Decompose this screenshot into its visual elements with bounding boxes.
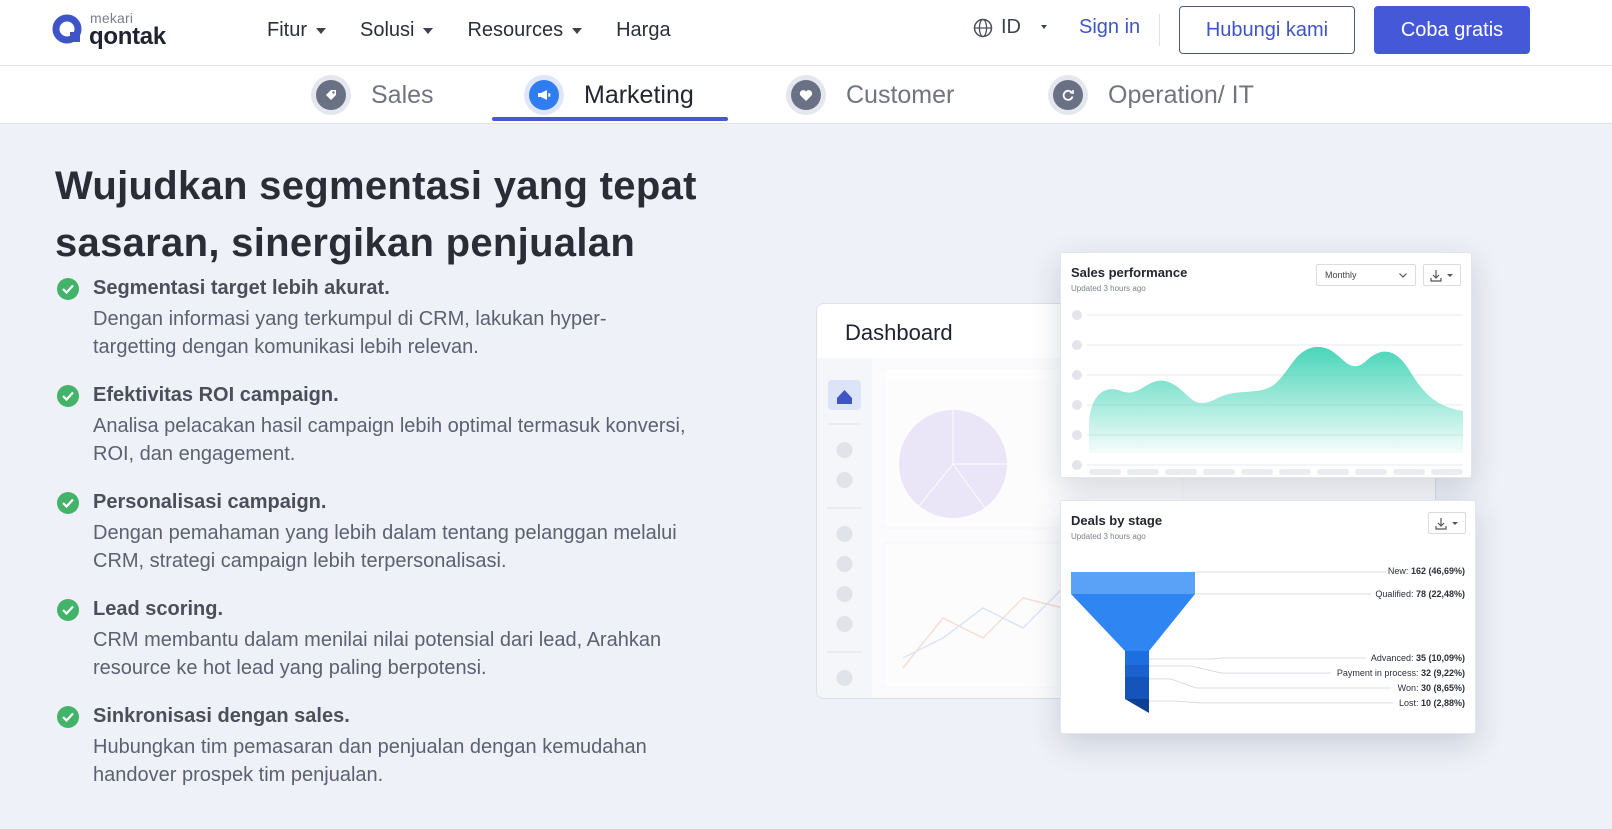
page-title: Wujudkan segmentasi yang tepat sasaran, … — [55, 158, 755, 272]
tab-label: Customer — [846, 80, 955, 109]
refresh-icon — [1048, 75, 1088, 115]
tab-operation-it[interactable]: Operation/ IT — [1048, 66, 1254, 124]
feature-description: Dengan pemahaman yang lebih dalam tentan… — [93, 522, 677, 572]
feature-title: Efektivitas ROI campaign. — [93, 384, 339, 406]
check-circle-icon — [57, 599, 79, 621]
heart-icon — [786, 75, 826, 115]
list-item: Personalisasi campaign. Dengan pemahaman… — [55, 488, 715, 575]
megaphone-icon — [524, 75, 564, 115]
funnel-label-lost: Lost: 10 (2,88%) — [1398, 698, 1465, 708]
globe-icon — [973, 18, 993, 37]
language-selector[interactable]: ID — [973, 16, 1021, 39]
tab-label: Sales — [371, 80, 434, 109]
sales-performance-title: Sales performance — [1071, 265, 1188, 280]
tab-label: Operation/ IT — [1108, 80, 1254, 109]
funnel-label-payment: Payment in process: 32 (9,22%) — [1336, 668, 1465, 678]
tab-sales[interactable]: Sales — [311, 66, 434, 124]
feature-description: CRM membantu dalam menilai nilai potensi… — [93, 629, 662, 679]
feature-title: Sinkronisasi dengan sales. — [93, 705, 350, 727]
sales-area-chart — [1072, 310, 1463, 475]
sales-performance-updated: Updated 3 hours ago — [1071, 284, 1146, 293]
free-trial-button[interactable]: Coba gratis — [1374, 6, 1530, 54]
funnel-label-advanced: Advanced: 35 (10,09%) — [1370, 653, 1465, 663]
funnel-stage-qualified — [1071, 594, 1195, 651]
menu-item-label: Harga — [616, 18, 671, 41]
period-select[interactable]: Monthly — [1316, 264, 1416, 286]
menu-item-fitur[interactable]: Fitur — [267, 19, 326, 42]
feature-description: Dengan informasi yang terkumpul di CRM, … — [93, 308, 607, 358]
check-circle-icon — [57, 385, 79, 407]
qontak-logo-mark-icon — [52, 14, 82, 44]
feature-title: Personalisasi campaign. — [93, 491, 327, 513]
chevron-down-icon — [1399, 273, 1407, 278]
check-circle-icon — [57, 492, 79, 514]
tab-customer[interactable]: Customer — [786, 66, 954, 124]
menu-item-label: Resources — [467, 18, 564, 41]
chevron-down-icon — [316, 28, 326, 34]
dashboard-title: Dashboard — [845, 320, 953, 345]
tab-label: Marketing — [584, 80, 694, 109]
active-tab-indicator — [492, 117, 728, 121]
feature-description: Hubungkan tim pemasaran dan penjualan de… — [93, 736, 647, 786]
feature-title: Lead scoring. — [93, 598, 224, 620]
signin-link[interactable]: Sign in — [1079, 16, 1140, 39]
check-circle-icon — [57, 706, 79, 728]
logo-brand-name: qontak — [89, 23, 166, 50]
feature-description: Analisa pelacakan hasil campaign lebih o… — [93, 415, 686, 465]
language-label: ID — [1001, 16, 1021, 38]
dashboard-sidebar — [817, 358, 872, 698]
marketing-section: Wujudkan segmentasi yang tepat sasaran, … — [0, 124, 1612, 829]
funnel-label-new: New: 162 (46,69%) — [1387, 566, 1465, 576]
feature-list: Segmentasi target lebih akurat. Dengan i… — [55, 274, 715, 809]
list-item: Segmentasi target lebih akurat. Dengan i… — [55, 274, 715, 361]
contact-button[interactable]: Hubungi kami — [1179, 6, 1355, 54]
period-select-value: Monthly — [1325, 270, 1357, 280]
tab-marketing[interactable]: Marketing — [524, 66, 694, 124]
language-caret-icon — [1041, 25, 1047, 29]
main-menu: Fitur Solusi Resources Harga — [267, 0, 671, 60]
list-item: Lead scoring. CRM membantu dalam menilai… — [55, 595, 715, 682]
menu-item-resources[interactable]: Resources — [467, 18, 583, 42]
deals-by-stage-card: Deals by stage Updated 3 hours ago New: … — [1060, 500, 1476, 734]
check-circle-icon — [57, 278, 79, 300]
funnel-stage-payment — [1125, 665, 1149, 677]
tag-icon — [311, 75, 351, 115]
feature-title: Segmentasi target lebih akurat. — [93, 277, 390, 299]
chevron-down-icon — [572, 28, 583, 34]
download-icon — [1430, 270, 1453, 282]
funnel-stage-advanced — [1125, 651, 1149, 665]
funnel-label-won: Won: 30 (8,65%) — [1397, 683, 1465, 693]
menu-item-label: Solusi — [360, 18, 415, 41]
sales-performance-card: Sales performance Updated 3 hours ago Mo… — [1060, 252, 1472, 478]
chevron-down-icon — [423, 28, 434, 34]
list-item: Efektivitas ROI campaign. Analisa pelaca… — [55, 381, 715, 468]
funnel-stage-won — [1125, 677, 1149, 699]
headline-line-2: sasaran, sinergikan penjualan — [55, 221, 636, 265]
funnel-label-qualified: Qualified: 78 (22,48%) — [1375, 589, 1465, 599]
menu-item-label: Fitur — [267, 18, 307, 41]
list-item: Sinkronisasi dengan sales. Hubungkan tim… — [55, 702, 715, 789]
funnel-stage-lost — [1125, 699, 1149, 713]
qontak-logo[interactable]: mekari qontak — [52, 10, 182, 52]
top-navigation: mekari qontak Fitur Solusi Resources Har… — [0, 0, 1612, 66]
nav-divider — [1159, 14, 1160, 46]
menu-item-solusi[interactable]: Solusi — [360, 18, 434, 42]
headline-line-1: Wujudkan segmentasi yang tepat — [55, 164, 697, 208]
funnel-stage-new — [1071, 572, 1195, 594]
menu-item-harga[interactable]: Harga — [616, 19, 670, 42]
solution-tabs: Sales Marketing Customer Operation/ IT — [0, 66, 1612, 124]
download-button[interactable] — [1423, 264, 1461, 286]
